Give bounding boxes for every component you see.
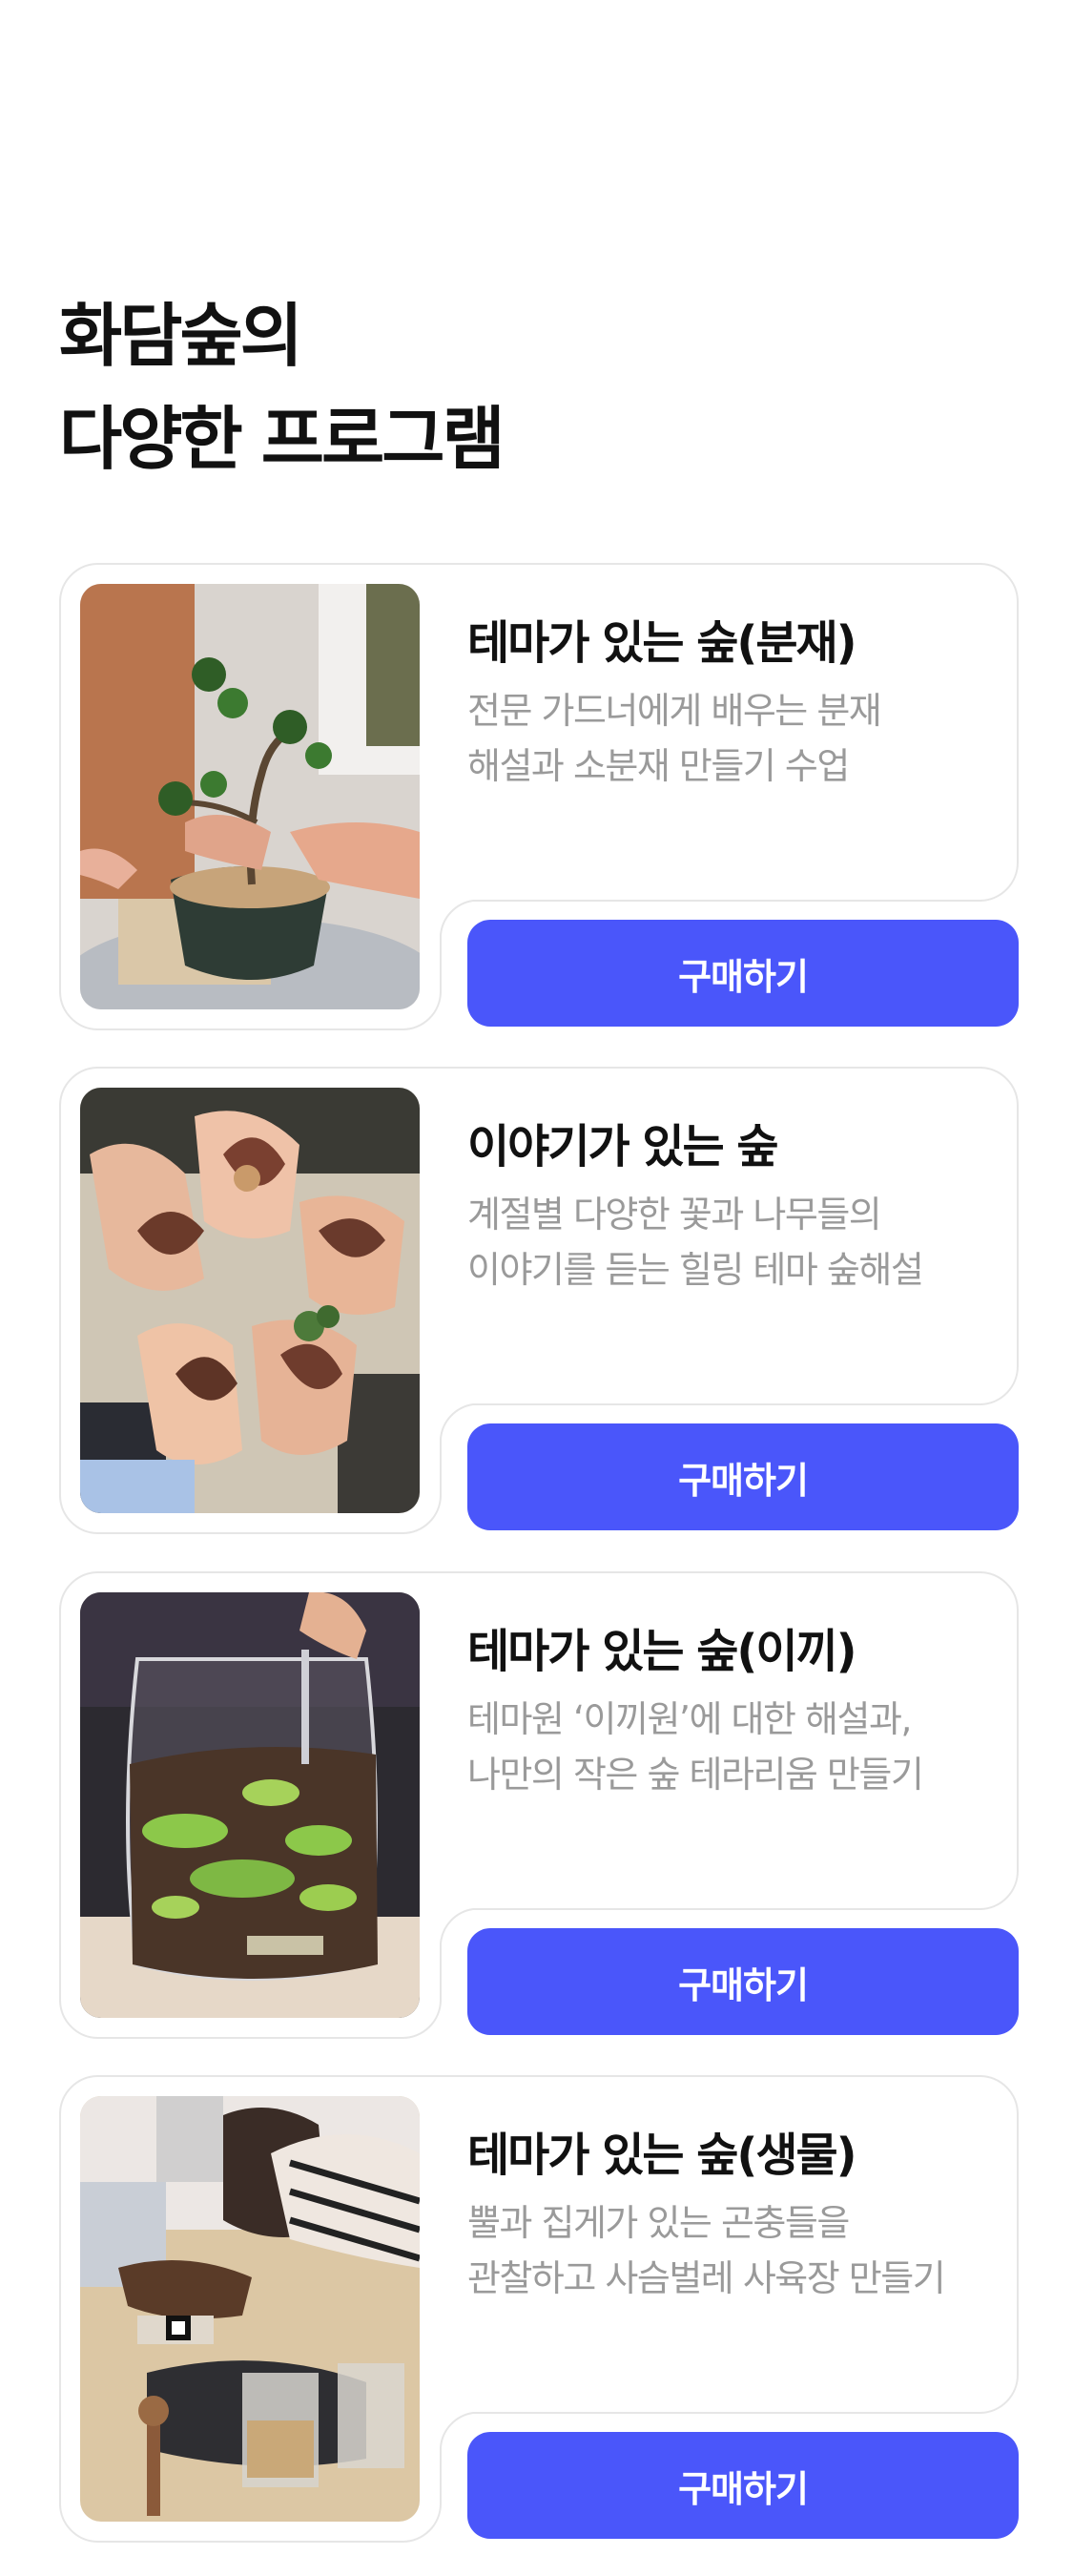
program-description-line1: 테마원 ‘이끼원’에 대한 해설과, — [467, 1698, 913, 1740]
program-description: 뿔과 집게가 있는 곤충들을 관찰하고 사슴벌레 사육장 만들기 — [467, 2195, 1001, 2306]
program-description-line2: 이야기를 듣는 힐링 테마 숲해설 — [467, 1249, 924, 1291]
buy-button[interactable]: 구매하기 — [467, 1928, 1019, 2035]
program-description-line2: 나만의 작은 숲 테라리움 만들기 — [467, 1754, 924, 1796]
program-title: 테마가 있는 숲(이끼) — [467, 1625, 857, 1678]
program-description: 계절별 다양한 꽃과 나무들의 이야기를 듣는 힐링 테마 숲해설 — [467, 1187, 1001, 1298]
buy-button[interactable]: 구매하기 — [467, 1423, 1019, 1530]
program-description: 테마원 ‘이끼원’에 대한 해설과, 나만의 작은 숲 테라리움 만들기 — [467, 1692, 1001, 1802]
buy-button[interactable]: 구매하기 — [467, 920, 1019, 1027]
program-description-line2: 관찰하고 사슴벌레 사육장 만들기 — [467, 2257, 946, 2299]
program-title: 테마가 있는 숲(분재) — [467, 616, 857, 670]
program-title: 이야기가 있는 숲 — [467, 1120, 779, 1174]
program-description-line1: 뿔과 집게가 있는 곤충들을 — [467, 2202, 850, 2244]
program-description: 전문 가드너에게 배우는 분재 해설과 소분재 만들기 수업 — [467, 683, 1001, 794]
page-title: 화담숲의 다양한 프로그램 — [59, 284, 506, 490]
program-description-line1: 전문 가드너에게 배우는 분재 — [467, 690, 882, 732]
hands-holding-leaves-photo — [80, 1088, 420, 1513]
program-description-line1: 계절별 다양한 꽃과 나무들의 — [467, 1194, 882, 1236]
program-title: 테마가 있는 숲(생물) — [467, 2129, 857, 2182]
program-card-story: 이야기가 있는 숲 계절별 다양한 꽃과 나무들의 이야기를 듣는 힐링 테마 … — [59, 1067, 1019, 1534]
insect-habitat-class-photo — [80, 2096, 420, 2522]
buy-button[interactable]: 구매하기 — [467, 2432, 1019, 2539]
page-title-line2: 다양한 프로그램 — [59, 399, 506, 479]
moss-terrarium-photo — [80, 1592, 420, 2018]
bonsai-class-photo — [80, 584, 420, 1009]
program-card-creature: 테마가 있는 숲(생물) 뿔과 집게가 있는 곤충들을 관찰하고 사슴벌레 사육… — [59, 2075, 1019, 2543]
page-title-line1: 화담숲의 — [59, 296, 303, 376]
program-description-line2: 해설과 소분재 만들기 수업 — [467, 745, 850, 787]
program-card-bonsai: 테마가 있는 숲(분재) 전문 가드너에게 배우는 분재 해설과 소분재 만들기… — [59, 563, 1019, 1030]
program-card-moss: 테마가 있는 숲(이끼) 테마원 ‘이끼원’에 대한 해설과, 나만의 작은 숲… — [59, 1571, 1019, 2039]
